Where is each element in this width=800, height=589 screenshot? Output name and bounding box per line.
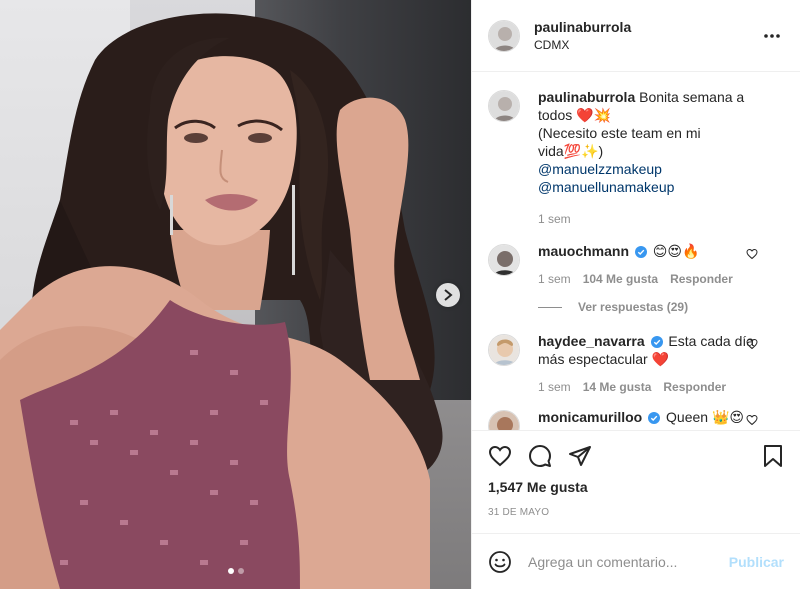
paper-plane-icon [569,446,591,466]
comment-button[interactable] [528,436,568,476]
caption-text-line2: (Necesito este team en mi vida💯✨) [538,125,701,159]
like-comment-heart-icon[interactable] [746,248,758,260]
verified-badge-icon [648,412,661,424]
comment-likes[interactable]: 14 Me gusta [583,380,652,394]
save-button[interactable] [744,436,784,476]
commenter-username[interactable]: mauochmann [538,243,629,259]
comment: monicamurilloo Queen 👑😍 [488,408,784,430]
caption: paulinaburrola Bonita semana a todos ❤️💥… [488,88,784,226]
comment-text: Queen 👑😍 [666,409,744,425]
commenter-avatar[interactable] [488,244,520,276]
carousel-indicator [0,568,471,574]
verified-badge-icon [634,246,647,258]
commenter-avatar[interactable] [488,334,520,366]
post-photo[interactable] [0,0,471,589]
comment-time[interactable]: 1 sem [538,380,571,394]
heart-icon [488,445,512,467]
reply-button[interactable]: Responder [663,380,726,394]
comment-input[interactable] [528,553,729,570]
comments-list[interactable]: paulinaburrola Bonita semana a todos ❤️💥… [472,72,800,430]
bookmark-icon [764,445,782,467]
likes-count[interactable]: 1,547 Me gusta [488,479,784,495]
publish-button[interactable]: Publicar [729,554,784,570]
more-options-button[interactable] [760,24,784,48]
comment-text: 😊😍🔥 [652,243,700,259]
view-replies-button[interactable]: Ver respuestas (29) [538,300,784,314]
comment: mauochmann 😊😍🔥 1 sem 104 Me gusta Respon… [488,242,784,286]
comment: haydee_navarra Esta cada día más especta… [488,332,784,394]
author-avatar[interactable] [488,90,520,122]
ellipsis-icon [764,33,780,38]
carousel-dot-active [227,568,234,574]
post-actions: 1,547 Me gusta 31 DE MAYO [472,430,800,533]
caption-mention[interactable]: @manuellunamakeup [538,178,764,196]
like-comment-heart-icon[interactable] [746,338,758,350]
chevron-right-icon [444,289,453,301]
like-comment-heart-icon[interactable] [746,414,758,426]
carousel-dot [237,568,244,574]
caption-time[interactable]: 1 sem [538,212,571,226]
woman-portrait-illustration [0,13,443,589]
emoji-icon[interactable] [488,550,512,574]
carousel-next-button[interactable] [436,283,460,307]
post-location[interactable]: CDMX [534,38,760,52]
reply-button[interactable]: Responder [670,272,733,286]
caption-username[interactable]: paulinaburrola [538,89,635,105]
post-header: paulinaburrola CDMX [472,0,800,72]
commenter-username[interactable]: haydee_navarra [538,333,645,349]
author-avatar[interactable] [488,19,520,52]
instagram-post: paulinaburrola CDMX paulinaburrola Bonit… [0,0,800,589]
comment-likes[interactable]: 104 Me gusta [583,272,658,286]
comment-time[interactable]: 1 sem [538,272,571,286]
like-button[interactable] [488,436,528,476]
post-date[interactable]: 31 DE MAYO [488,507,784,518]
post-sidebar: paulinaburrola CDMX paulinaburrola Bonit… [471,0,800,589]
view-replies-label: Ver respuestas (29) [578,300,689,314]
author-username[interactable]: paulinaburrola [534,19,760,35]
commenter-username[interactable]: monicamurilloo [538,409,642,425]
verified-badge-icon [650,336,663,348]
share-button[interactable] [568,436,608,476]
caption-mention[interactable]: @manuelzzmakeup [538,160,764,178]
commenter-avatar[interactable] [488,410,520,430]
add-comment-bar: Publicar [472,533,800,589]
comment-bubble-icon [529,445,551,467]
